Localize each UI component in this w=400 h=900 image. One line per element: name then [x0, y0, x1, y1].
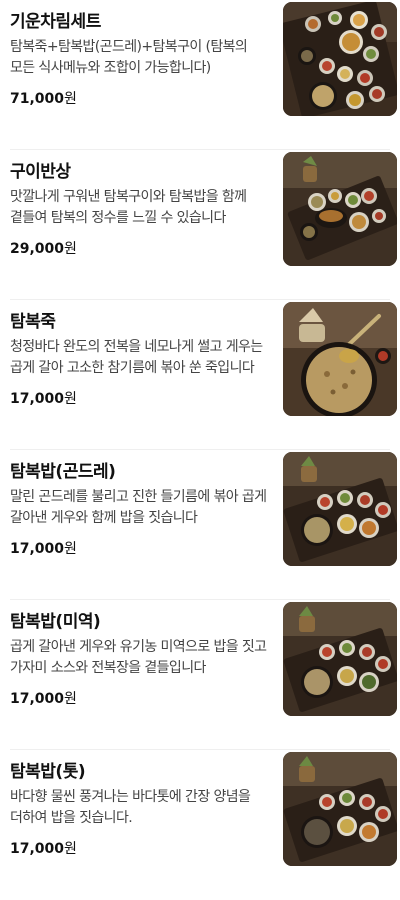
price-currency: 원: [64, 91, 77, 107]
price-amount: 17,000: [10, 691, 65, 707]
menu-item-grill-set[interactable]: 구이반상 맛깔나게 구워낸 탐복구이와 탐복밥을 함께 곁들여 탐복의 정수를 …: [0, 150, 400, 300]
menu-item-name: 기운차림세트: [10, 12, 101, 32]
price-currency: 원: [64, 241, 77, 257]
menu-item-name: 탐복밥(곤드레): [10, 462, 116, 482]
price-currency: 원: [64, 391, 77, 407]
menu-item-description: 곱게 갈아낸 게우와 유기농 미역으로 밥을 짓고 가자미 소스와 전복장을 곁…: [10, 639, 267, 676]
menu-item-price: 71,000원: [10, 88, 77, 108]
menu-item-price: 17,000원: [10, 538, 77, 558]
menu-item-price: 17,000원: [10, 838, 77, 858]
menu-item-rice-seaweed[interactable]: 탐복밥(미역) 곱게 갈아낸 게우와 유기농 미역으로 밥을 짓고 가자미 소스…: [0, 600, 400, 750]
price-amount: 17,000: [10, 541, 65, 557]
menu-item-rice-tot[interactable]: 탐복밥(톳) 바다향 물씬 풍겨나는 바다톳에 간장 양념을 더하여 밥을 짓습…: [0, 750, 400, 900]
price-currency: 원: [64, 541, 77, 557]
menu-item-rice-gondre[interactable]: 탐복밥(곤드레) 말린 곤드레를 불리고 진한 들기름에 볶아 곱게 갈아낸 게…: [0, 450, 400, 600]
food-photo[interactable]: [283, 452, 397, 566]
menu-item-gium-set[interactable]: 기운차림세트 탐복죽+탐복밥(곤드레)+탐복구이 (탐복의 모든 식사메뉴와 조…: [0, 0, 400, 150]
menu-item-name: 탐복밥(톳): [10, 762, 86, 782]
price-amount: 17,000: [10, 841, 65, 857]
price-currency: 원: [64, 841, 77, 857]
menu-item-price: 17,000원: [10, 388, 77, 408]
menu-item-description: 맛깔나게 구워낸 탐복구이와 탐복밥을 함께 곁들여 탐복의 정수를 느낄 수 …: [10, 189, 247, 226]
menu-item-name: 탐복밥(미역): [10, 612, 101, 632]
price-amount: 17,000: [10, 391, 65, 407]
menu-item-description: 청정바다 완도의 전복을 네모나게 썰고 게우는 곱게 갈아 고소한 참기름에 …: [10, 339, 263, 376]
food-photo[interactable]: [283, 602, 397, 716]
menu-item-description: 탐복죽+탐복밥(곤드레)+탐복구이 (탐복의 모든 식사메뉴와 조합이 가능합니…: [10, 39, 248, 76]
food-photo[interactable]: [283, 752, 397, 866]
food-photo[interactable]: [283, 302, 397, 416]
menu-item-price: 29,000원: [10, 238, 77, 258]
menu-item-name: 구이반상: [10, 162, 71, 182]
menu-item-price: 17,000원: [10, 688, 77, 708]
price-amount: 29,000: [10, 241, 65, 257]
menu-list: 기운차림세트 탐복죽+탐복밥(곤드레)+탐복구이 (탐복의 모든 식사메뉴와 조…: [0, 0, 400, 869]
menu-item-porridge[interactable]: 탐복죽 청정바다 완도의 전복을 네모나게 썰고 게우는 곱게 갈아 고소한 참…: [0, 300, 400, 450]
menu-item-name: 탐복죽: [10, 312, 56, 332]
price-amount: 71,000: [10, 91, 65, 107]
food-photo[interactable]: [283, 2, 397, 116]
menu-item-description: 바다향 물씬 풍겨나는 바다톳에 간장 양념을 더하여 밥을 짓습니다.: [10, 789, 251, 826]
food-photo[interactable]: [283, 152, 397, 266]
price-currency: 원: [64, 691, 77, 707]
menu-item-description: 말린 곤드레를 불리고 진한 들기름에 볶아 곱게 갈아낸 게우와 함께 밥을 …: [10, 489, 267, 526]
